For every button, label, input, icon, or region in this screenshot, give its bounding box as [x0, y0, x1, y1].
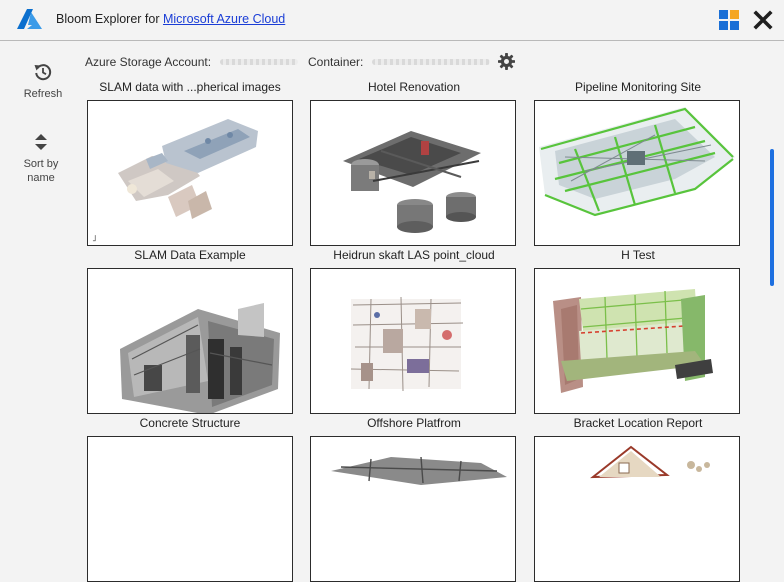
project-thumbnail-bracket-location[interactable]: [534, 436, 740, 582]
storage-account-value: [220, 59, 298, 65]
windows-grid-icon[interactable]: [719, 10, 739, 30]
refresh-label: Refresh: [23, 88, 63, 100]
point-cloud-image: [350, 296, 464, 392]
project-thumbnail-heidrun-skaft[interactable]: [310, 268, 516, 414]
point-cloud-image: ˩: [92, 119, 258, 244]
scrollbar-thumb[interactable]: [770, 149, 774, 286]
project-thumbnail-slam-example[interactable]: [87, 268, 293, 414]
project-thumbnail-pipeline-monitoring[interactable]: [534, 100, 740, 246]
storage-account-label: Azure Storage Account:: [85, 55, 212, 69]
point-cloud-image: [343, 131, 481, 233]
azure-cloud-link[interactable]: Microsoft Azure Cloud: [163, 12, 285, 26]
project-title: Pipeline Monitoring Site: [574, 80, 702, 94]
sort-by-name-button[interactable]: Sort by name: [11, 132, 71, 185]
point-cloud-image: [553, 289, 713, 393]
app-name: Bloom Explorer for: [56, 12, 163, 26]
project-title: SLAM data with ...pherical images: [99, 80, 281, 94]
history-refresh-icon: [34, 64, 52, 81]
project-title: Concrete Structure: [139, 416, 241, 430]
project-title: Heidrun skaft LAS point_cloud: [333, 248, 495, 262]
project-title: Bracket Location Report: [573, 416, 703, 430]
project-thumbnail-hotel-renovation[interactable]: [310, 100, 516, 246]
point-cloud-image: [120, 303, 280, 413]
point-cloud-image: [590, 445, 710, 479]
point-cloud-image: [331, 456, 507, 485]
project-title: SLAM Data Example: [134, 248, 246, 262]
project-thumbnail-offshore-platform[interactable]: [310, 436, 516, 582]
title-bar: Bloom Explorer for Microsoft Azure Cloud: [0, 0, 784, 41]
thumbnail-mark: ˩: [92, 234, 96, 244]
project-title: Hotel Renovation: [367, 80, 461, 94]
refresh-button[interactable]: Refresh: [13, 62, 73, 101]
project-title: H Test: [621, 248, 655, 262]
project-thumbnail-concrete-structure[interactable]: [87, 436, 293, 582]
point-cloud-image: [539, 107, 735, 217]
sort-arrows-icon: [35, 134, 47, 150]
close-icon[interactable]: [752, 9, 774, 31]
container-label: Container:: [308, 55, 364, 69]
project-title: Offshore Platfrom: [367, 416, 461, 430]
gear-icon[interactable]: [498, 53, 515, 70]
sort-label: Sort by name: [23, 158, 59, 184]
azure-logo-icon: [17, 9, 42, 29]
app-title: Bloom Explorer for Microsoft Azure Cloud: [56, 12, 285, 26]
project-thumbnail-h-test[interactable]: [534, 268, 740, 414]
container-value: [372, 59, 490, 65]
project-thumbnail-slam-spherical[interactable]: ˩: [87, 100, 293, 246]
